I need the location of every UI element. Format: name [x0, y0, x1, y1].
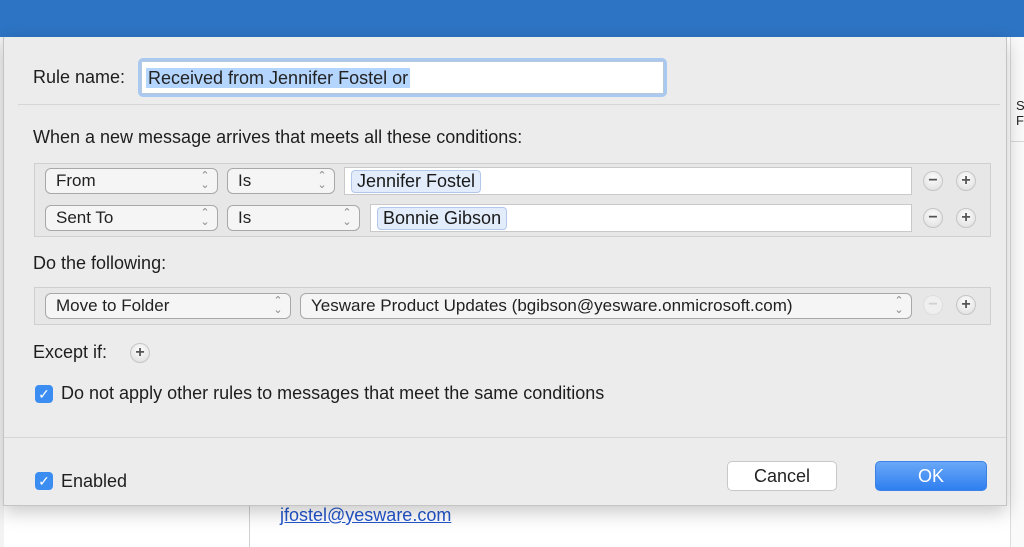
condition-1-field-value: From [56, 171, 96, 190]
chevron-updown-icon: ⌃ ⌄ [342, 207, 352, 228]
cancel-button[interactable]: Cancel [727, 461, 837, 491]
chevron-updown-icon: ⌃ ⌄ [200, 170, 210, 191]
chevron-updown-icon: ⌃ ⌄ [273, 295, 283, 316]
action-1-type-value: Move to Folder [56, 296, 170, 315]
action-1-folder-value: Yesware Product Updates (bgibson@yesware… [311, 296, 793, 315]
condition-2-operator-value: Is [238, 208, 252, 227]
minus-icon: − [928, 209, 938, 226]
background-header-text: S [1016, 98, 1024, 113]
rule-name-input[interactable]: Received from Jennifer Fostel or [138, 58, 667, 97]
ok-button[interactable]: OK [875, 461, 987, 491]
conditions-group: From ⌃ ⌄ Is ⌃ ⌄ Jennifer Fostel − + Sent T… [34, 163, 991, 237]
condition-1-value-token[interactable]: Jennifer Fostel [351, 170, 482, 193]
plus-icon: + [961, 209, 971, 226]
divider [4, 437, 1006, 438]
chevron-updown-icon: ⌃ ⌄ [894, 295, 904, 316]
condition-1-field-select[interactable]: From ⌃ ⌄ [45, 168, 218, 194]
enabled-checkbox[interactable]: ✓ [35, 472, 53, 490]
enabled-label: Enabled [61, 471, 128, 491]
actions-group: Move to Folder ⌃ ⌄ Yesware Product Update… [34, 287, 991, 325]
condition-2-field-value: Sent To [56, 208, 114, 227]
app-title-bar [0, 0, 1024, 37]
minus-icon: − [928, 296, 938, 313]
background-divider [249, 505, 250, 547]
stop-processing-checkbox[interactable]: ✓ [35, 385, 53, 403]
condition-2-operator-select[interactable]: Is ⌃ ⌄ [227, 205, 360, 231]
condition-1-operator-value: Is [238, 171, 252, 190]
condition-2-add-button[interactable]: + [956, 208, 976, 228]
actions-label: Do the following: [33, 253, 167, 273]
action-1-type-select[interactable]: Move to Folder ⌃ ⌄ [45, 293, 291, 319]
except-if-add-button[interactable]: + [130, 343, 150, 363]
rule-editor-dialog: Rule name: Received from Jennifer Fostel… [3, 37, 1007, 506]
condition-2-remove-button[interactable]: − [923, 208, 943, 228]
condition-1-remove-button[interactable]: − [923, 171, 943, 191]
condition-2-value-token[interactable]: Bonnie Gibson [377, 207, 508, 230]
condition-2-field-select[interactable]: Sent To ⌃ ⌄ [45, 205, 218, 231]
condition-1-operator-select[interactable]: Is ⌃ ⌄ [227, 168, 335, 194]
condition-1-add-button[interactable]: + [956, 171, 976, 191]
checkmark-icon: ✓ [38, 473, 50, 489]
condition-1-value-field[interactable]: Jennifer Fostel [344, 167, 912, 195]
background-header-text: F [1016, 113, 1024, 128]
action-1-folder-select[interactable]: Yesware Product Updates (bgibson@yesware… [300, 293, 912, 319]
rule-name-value: Received from Jennifer Fostel or [146, 68, 411, 88]
checkmark-icon: ✓ [38, 386, 50, 402]
chevron-updown-icon: ⌃ ⌄ [317, 170, 327, 191]
except-if-label: Except if: [33, 342, 108, 362]
conditions-label: When a new message arrives that meets al… [33, 127, 523, 147]
plus-icon: + [961, 296, 971, 313]
chevron-updown-icon: ⌃ ⌄ [200, 207, 210, 228]
action-1-add-button[interactable]: + [956, 295, 976, 315]
stop-processing-label: Do not apply other rules to messages tha… [61, 383, 605, 403]
plus-icon: + [135, 344, 145, 361]
plus-icon: + [961, 172, 971, 189]
minus-icon: − [928, 172, 938, 189]
divider [18, 104, 1000, 105]
rule-name-label: Rule name: [33, 67, 126, 87]
background-reading-pane-header: S F [1010, 98, 1024, 142]
condition-2-value-field[interactable]: Bonnie Gibson [370, 204, 912, 232]
background-email-link[interactable]: jfostel@yesware.com [280, 505, 451, 526]
action-1-remove-button[interactable]: − [923, 295, 943, 315]
